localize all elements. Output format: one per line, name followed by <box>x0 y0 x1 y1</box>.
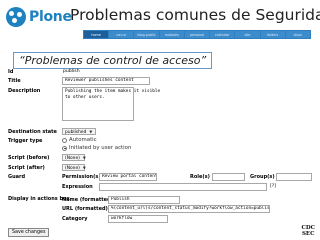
plone-logo-icon <box>6 7 26 27</box>
nav-tab[interactable]: calendar <box>210 31 235 38</box>
destination-state-select[interactable]: published ▼ <box>62 128 96 135</box>
id-value: publish <box>63 69 80 74</box>
slide-title: Problemas comunes de Seguridad <box>70 6 320 24</box>
radio-unchecked-icon <box>62 137 67 143</box>
cdc-logo: CDC SEC <box>301 225 315 237</box>
id-label: Id <box>8 69 14 75</box>
title-label: Title <box>8 78 21 84</box>
roles-label: Role(s) <box>190 174 210 180</box>
help-link[interactable]: [?] <box>270 184 276 189</box>
radio-checked-icon <box>62 145 67 151</box>
groups-input[interactable] <box>276 173 312 181</box>
nav-tab[interactable]: home <box>84 31 109 38</box>
plone-navbar: home nav-sr blog-public modules personal… <box>83 30 311 39</box>
plone-logo-text: Plone <box>29 9 72 25</box>
destination-state-label: Destination state <box>8 129 57 135</box>
script-after-label: Script (after) <box>8 165 45 171</box>
nav-tab[interactable]: folders <box>260 31 285 38</box>
name-formatted-input[interactable]: Publish <box>108 196 180 204</box>
trigger-automatic-radio[interactable]: Automatic <box>62 137 97 143</box>
nav-tab[interactable]: nav-sr <box>109 31 134 38</box>
slide: Plone Problemas comunes de Seguridad hom… <box>0 0 320 240</box>
plone-logo: Plone <box>6 7 72 27</box>
display-actions-label: Display in actions box <box>8 196 70 202</box>
url-formatted-label: URL (formatted) <box>62 206 108 212</box>
script-before-label: Script (before) <box>8 155 50 161</box>
roles-input[interactable] <box>212 173 245 181</box>
category-label: Category <box>62 216 88 222</box>
trigger-user-action-radio[interactable]: Initiated by user action <box>62 145 131 151</box>
chevron-down-icon: ▼ <box>82 165 86 170</box>
chevron-down-icon: ▼ <box>82 155 86 160</box>
nav-tab[interactable]: blog-public <box>134 31 159 38</box>
expression-label: Expression <box>62 184 93 190</box>
category-input[interactable]: workflow <box>108 215 168 223</box>
nav-tab[interactable]: modules <box>159 31 184 38</box>
script-after-value: (None) <box>65 166 80 171</box>
url-formatted-input[interactable]: %(content_url)s/content_status_modify?wo… <box>108 205 270 213</box>
save-changes-button[interactable]: Save changes <box>8 228 50 237</box>
script-before-value: (None) <box>65 156 80 161</box>
chevron-down-icon: ▼ <box>89 129 93 134</box>
nav-tab[interactable]: skips <box>285 31 310 38</box>
destination-state-value: published <box>65 130 87 135</box>
trigger-type-label: Trigger type <box>8 138 43 144</box>
permissions-input[interactable]: Review portal content <box>99 173 157 181</box>
description-label: Description <box>8 88 41 94</box>
script-before-select[interactable]: (None) ▼ <box>62 154 86 161</box>
guard-label: Guard <box>8 174 26 180</box>
expression-input[interactable] <box>99 183 267 191</box>
name-formatted-label: Name (formatted) <box>62 197 113 203</box>
permissions-label: Permission(s) <box>62 174 101 180</box>
description-textarea[interactable]: Publishing the item makes it visible to … <box>62 87 160 121</box>
title-input[interactable]: Reviewer publishes content <box>62 77 150 85</box>
groups-label: Group(s) <box>250 174 275 180</box>
script-after-select[interactable]: (None) ▼ <box>62 164 86 171</box>
section-heading: “Problemas de control de acceso” <box>13 52 213 69</box>
nav-tab[interactable]: personal <box>184 31 210 38</box>
nav-tab[interactable]: site <box>235 31 260 38</box>
